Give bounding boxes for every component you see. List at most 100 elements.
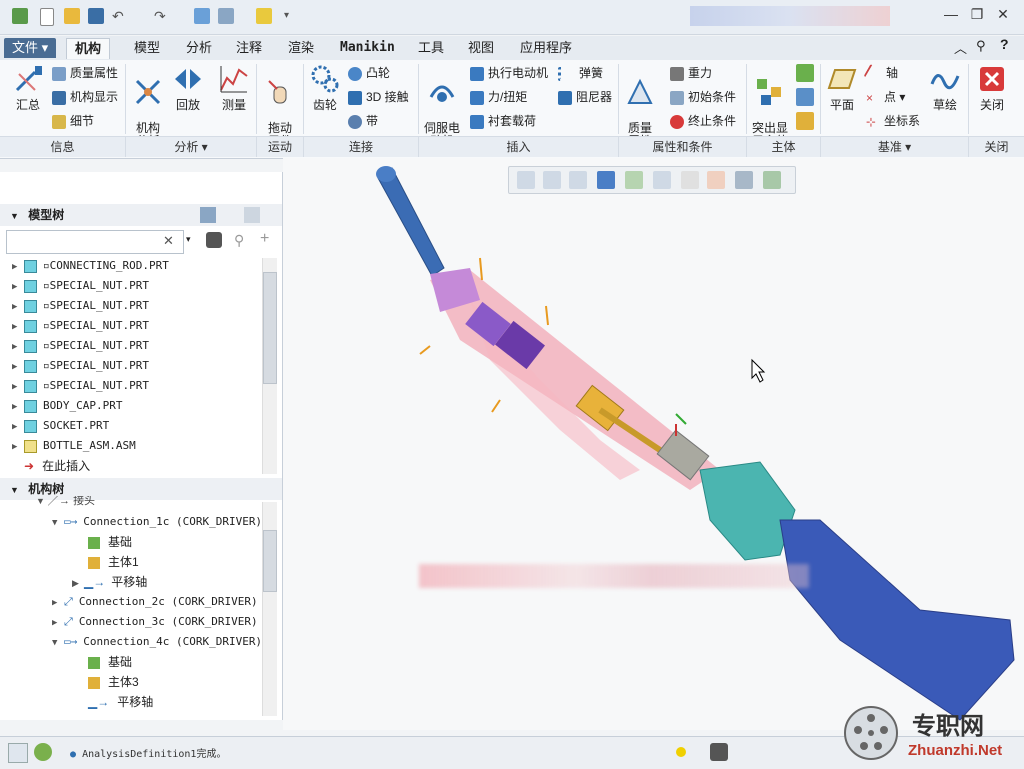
- details-button[interactable]: 细节: [52, 110, 94, 132]
- mechanism-model[interactable]: [283, 158, 1024, 730]
- damper-button[interactable]: 阻尼器: [558, 86, 612, 108]
- connection-row[interactable]: ▼ ▭→ Connection_4c (CORK_DRIVER): [52, 632, 262, 652]
- mass-properties-button[interactable]: 质量属性: [52, 62, 118, 84]
- tab-applications[interactable]: 应用程序: [512, 38, 580, 58]
- spin-center-icon[interactable]: [763, 171, 781, 189]
- restore-icon[interactable]: ❐: [964, 6, 990, 23]
- scroll-thumb[interactable]: [263, 272, 277, 384]
- new-file-icon[interactable]: [40, 8, 54, 26]
- mech-subitem[interactable]: ▶ ▁→ 平移轴: [72, 572, 147, 592]
- summary-button[interactable]: 汇总: [8, 64, 48, 113]
- graphics-window[interactable]: [283, 158, 1024, 730]
- termination-conditions-button[interactable]: 终止条件: [670, 110, 736, 132]
- mech-subitem[interactable]: 基础: [88, 652, 132, 672]
- repaint-icon[interactable]: [597, 171, 615, 189]
- close-icon[interactable]: ✕: [990, 6, 1016, 23]
- tree-settings-icon[interactable]: [200, 207, 216, 223]
- close-mechanism-button[interactable]: 关闭: [972, 64, 1012, 113]
- plane-button[interactable]: 平面: [824, 64, 860, 113]
- connection-row[interactable]: ▼ ▭→ Connection_1c (CORK_DRIVER): [52, 512, 262, 532]
- add-icon[interactable]: +: [260, 230, 269, 248]
- tree-row[interactable]: ▶ ▫SPECIAL_NUT.PRT: [12, 316, 149, 336]
- tree-row[interactable]: ▶ ▫SPECIAL_NUT.PRT: [12, 356, 149, 376]
- sketch-button[interactable]: 草绘: [926, 64, 964, 113]
- filter-icon[interactable]: ⚲: [234, 232, 244, 249]
- spring-button[interactable]: 弹簧: [558, 62, 603, 84]
- mech-subitem[interactable]: ▁→ 平移轴: [88, 692, 153, 712]
- display-style-icon[interactable]: [625, 171, 643, 189]
- bushing-load-button[interactable]: 衬套载荷: [470, 110, 536, 132]
- model-tree-scrollbar[interactable]: [262, 258, 277, 474]
- joints-folder-partial[interactable]: ▼ ╱→ 接头: [36, 496, 95, 508]
- tab-view[interactable]: 视图: [460, 38, 502, 58]
- insert-here-marker[interactable]: ➜ 在此插入: [12, 456, 90, 476]
- connection-row[interactable]: ▶ ⤢ Connection_3c (CORK_DRIVER): [52, 612, 258, 632]
- force-torque-button[interactable]: 力/扭矩: [470, 86, 527, 108]
- tree-row[interactable]: ▶ SOCKET.PRT: [12, 416, 109, 436]
- undo-icon[interactable]: ↶: [112, 8, 128, 24]
- open-folder-icon[interactable]: [64, 8, 80, 24]
- axis-button[interactable]: 轴: [863, 62, 898, 84]
- zoom-out-icon[interactable]: [569, 171, 587, 189]
- customize-qa-icon[interactable]: ▾: [284, 8, 300, 24]
- tab-model[interactable]: 模型: [126, 38, 168, 58]
- initial-conditions-button[interactable]: 初始条件: [670, 86, 736, 108]
- windows-icon[interactable]: [218, 8, 234, 24]
- help-icon[interactable]: ?: [1000, 36, 1009, 52]
- search-dropdown-icon[interactable]: ▾: [186, 234, 191, 245]
- 3d-contact-button[interactable]: 3D 接触: [348, 86, 409, 108]
- tree-row[interactable]: ▶ ▫SPECIAL_NUT.PRT: [12, 376, 149, 396]
- belts-button[interactable]: 带: [348, 110, 378, 132]
- show-navigator-icon[interactable]: [8, 743, 28, 763]
- datum-display-icon[interactable]: [707, 171, 725, 189]
- regenerate-icon[interactable]: [194, 8, 210, 24]
- body-tool-3-icon[interactable]: [796, 112, 814, 130]
- tab-file[interactable]: 文件 ▾: [4, 38, 57, 58]
- tab-render[interactable]: 渲染: [280, 38, 322, 58]
- measure-button[interactable]: 测量: [216, 64, 252, 113]
- save-icon[interactable]: [88, 8, 104, 24]
- connection-row[interactable]: ▶ ⤢ Connection_2c (CORK_DRIVER): [52, 592, 258, 612]
- mech-subitem[interactable]: 主体1: [88, 552, 139, 572]
- gears-button[interactable]: 齿轮: [308, 64, 342, 113]
- point-button[interactable]: × 点 ▾: [866, 86, 905, 108]
- mech-subitem[interactable]: 基础: [88, 532, 132, 552]
- redo-icon[interactable]: ↷: [154, 8, 170, 24]
- tree-row[interactable]: ▶ ▫SPECIAL_NUT.PRT: [12, 336, 149, 356]
- tree-search-input[interactable]: ✕: [6, 230, 184, 254]
- collapse-ribbon-icon[interactable]: ︿: [954, 38, 967, 57]
- saved-orientations-icon[interactable]: [653, 171, 671, 189]
- close-window-icon[interactable]: [256, 8, 272, 24]
- tab-manikin[interactable]: Manikin: [332, 38, 403, 58]
- playback-button[interactable]: 回放: [170, 64, 206, 113]
- tab-mechanism[interactable]: 机构: [66, 38, 111, 59]
- refit-icon[interactable]: [517, 171, 535, 189]
- body-tool-2-icon[interactable]: [796, 88, 814, 106]
- force-motor-button[interactable]: 执行电动机: [470, 62, 548, 84]
- group-datum[interactable]: 基准 ▾: [821, 136, 969, 157]
- show-browser-icon[interactable]: [34, 743, 52, 761]
- tree-row[interactable]: ▶ BODY_CAP.PRT: [12, 396, 122, 416]
- minimize-icon[interactable]: —: [938, 6, 964, 22]
- coordinate-system-button[interactable]: ⊹ 坐标系: [866, 110, 920, 132]
- tree-row[interactable]: ▶ ▫CONNECTING_ROD.PRT: [12, 256, 169, 276]
- mechanism-tree-scrollbar[interactable]: [262, 502, 277, 716]
- group-analysis[interactable]: 分析 ▾: [126, 136, 257, 157]
- tree-row[interactable]: ▶ BOTTLE_ASM.ASM: [12, 436, 136, 456]
- gravity-button[interactable]: 重力: [670, 62, 712, 84]
- find-icon[interactable]: [710, 743, 728, 761]
- tree-row[interactable]: ▶ ▫SPECIAL_NUT.PRT: [12, 296, 149, 316]
- cams-button[interactable]: 凸轮: [348, 62, 390, 84]
- clear-search-icon[interactable]: ✕: [163, 233, 174, 249]
- mech-subitem[interactable]: 主体3: [88, 672, 139, 692]
- view-manager-icon[interactable]: [681, 171, 699, 189]
- search-icon[interactable]: ⚲: [976, 38, 986, 54]
- tree-row[interactable]: ▶ ▫SPECIAL_NUT.PRT: [12, 276, 149, 296]
- body-tool-1-icon[interactable]: [796, 64, 814, 82]
- tree-columns-icon[interactable]: [244, 207, 260, 223]
- scroll-thumb[interactable]: [263, 530, 277, 592]
- zoom-in-icon[interactable]: [543, 171, 561, 189]
- tab-annotate[interactable]: 注释: [228, 38, 270, 58]
- tab-tools[interactable]: 工具: [410, 38, 452, 58]
- annotation-display-icon[interactable]: [735, 171, 753, 189]
